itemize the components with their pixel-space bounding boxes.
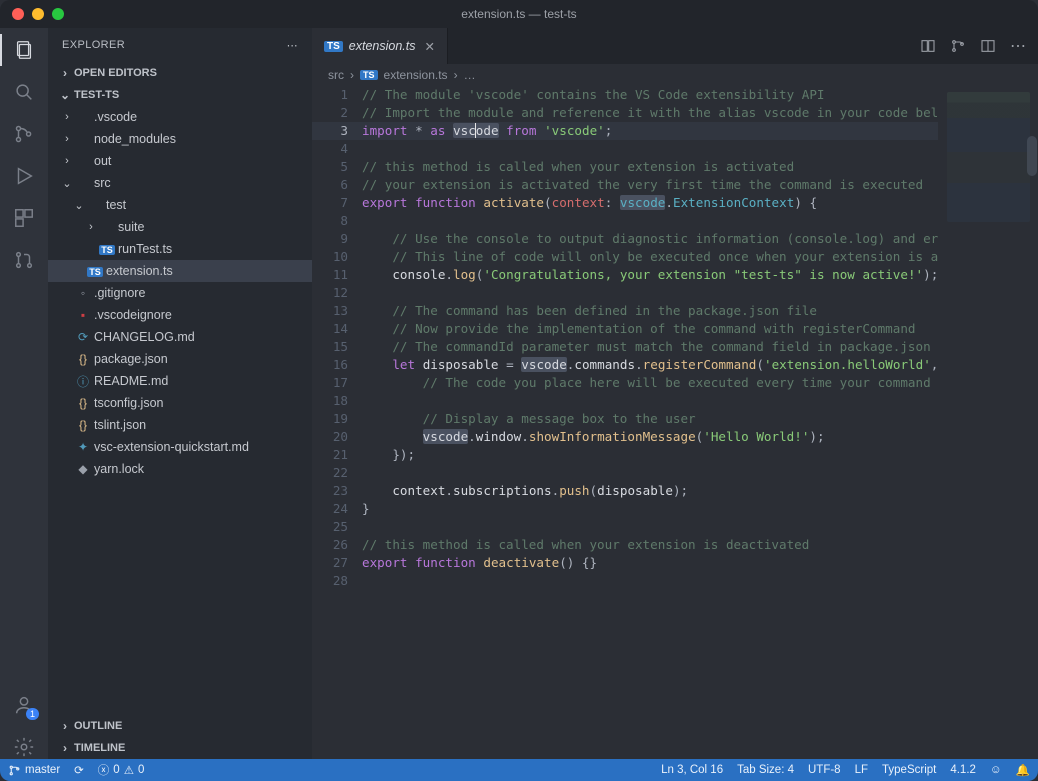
- tree-item[interactable]: {}tslint.json: [48, 414, 312, 436]
- timeline-section[interactable]: ›TIMELINE: [48, 737, 312, 759]
- tree-item[interactable]: TSextension.ts: [48, 260, 312, 282]
- tree-item[interactable]: ›.vscode: [48, 106, 312, 128]
- editor-tabs: TS extension.ts ✕ ⋯: [312, 28, 1038, 64]
- tree-item[interactable]: ⌄test: [48, 194, 312, 216]
- tree-item[interactable]: ⟳CHANGELOG.md: [48, 326, 312, 348]
- tree-item[interactable]: ›node_modules: [48, 128, 312, 150]
- encoding-status[interactable]: UTF-8: [808, 764, 841, 776]
- outline-section[interactable]: ›OUTLINE: [48, 715, 312, 737]
- code-editor[interactable]: 1// The module 'vscode' contains the VS …: [312, 86, 938, 759]
- open-editors-label: OPEN EDITORS: [74, 67, 157, 79]
- explorer-sidebar: EXPLORER ⋯ ›OPEN EDITORS ⌄TEST-TS ›.vsco…: [48, 28, 312, 759]
- tree-item[interactable]: ◦.gitignore: [48, 282, 312, 304]
- split-editor-icon[interactable]: [980, 38, 996, 54]
- tree-item[interactable]: ⓘREADME.md: [48, 370, 312, 392]
- ts-icon: TS: [324, 41, 343, 52]
- indent-status[interactable]: Tab Size: 4: [737, 764, 794, 776]
- project-section[interactable]: ⌄TEST-TS: [48, 84, 312, 106]
- outline-label: OUTLINE: [74, 720, 122, 732]
- git-branch-icon[interactable]: [950, 38, 966, 54]
- breadcrumb-more[interactable]: …: [464, 68, 476, 82]
- tree-item[interactable]: ◆yarn.lock: [48, 458, 312, 480]
- explorer-icon[interactable]: [12, 38, 36, 62]
- search-icon[interactable]: [12, 80, 36, 104]
- activity-bar: 1: [0, 28, 48, 759]
- titlebar: extension.ts — test-ts: [0, 0, 1038, 28]
- sync-status[interactable]: ⟳: [74, 763, 84, 777]
- window-close-button[interactable]: [12, 8, 24, 20]
- tab-extension-ts[interactable]: TS extension.ts ✕: [312, 28, 448, 64]
- editor-more-icon[interactable]: ⋯: [1010, 36, 1026, 56]
- scrollbar[interactable]: [1026, 86, 1038, 759]
- tree-item[interactable]: ›out: [48, 150, 312, 172]
- explorer-title: EXPLORER: [62, 39, 125, 51]
- ts-version-status[interactable]: 4.1.2: [950, 764, 976, 776]
- breadcrumb-file[interactable]: extension.ts: [384, 68, 448, 82]
- account-badge: 1: [26, 708, 39, 720]
- timeline-label: TIMELINE: [74, 742, 125, 754]
- open-editors-section[interactable]: ›OPEN EDITORS: [48, 62, 312, 84]
- gear-icon[interactable]: [12, 735, 36, 759]
- cursor-position-status[interactable]: Ln 3, Col 16: [661, 764, 723, 776]
- status-bar: master ⟳ ⓧ0 ⚠0 Ln 3, Col 16 Tab Size: 4 …: [0, 759, 1038, 781]
- close-icon[interactable]: ✕: [425, 39, 435, 54]
- pull-requests-icon[interactable]: [12, 248, 36, 272]
- problems-status[interactable]: ⓧ0 ⚠0: [98, 762, 145, 778]
- explorer-more-icon[interactable]: ⋯: [287, 39, 298, 52]
- file-tree: ›.vscode›node_modules›out⌄src⌄test›suite…: [48, 106, 312, 715]
- tree-item[interactable]: ✦vsc-extension-quickstart.md: [48, 436, 312, 458]
- window-minimize-button[interactable]: [32, 8, 44, 20]
- breadcrumb-src[interactable]: src: [328, 68, 344, 82]
- ts-icon: TS: [360, 70, 378, 80]
- tree-item[interactable]: {}tsconfig.json: [48, 392, 312, 414]
- tree-item[interactable]: ›suite: [48, 216, 312, 238]
- feedback-icon[interactable]: ☺: [990, 764, 1002, 776]
- account-icon[interactable]: 1: [12, 693, 36, 717]
- language-status[interactable]: TypeScript: [882, 764, 936, 776]
- compare-icon[interactable]: [920, 38, 936, 54]
- tree-item[interactable]: ⌄src: [48, 172, 312, 194]
- extensions-icon[interactable]: [12, 206, 36, 230]
- tab-label: extension.ts: [349, 39, 416, 53]
- git-branch-status[interactable]: master: [8, 764, 60, 777]
- minimap[interactable]: [938, 86, 1038, 759]
- window-zoom-button[interactable]: [52, 8, 64, 20]
- breadcrumb[interactable]: src › TS extension.ts › …: [312, 64, 1038, 86]
- project-label: TEST-TS: [74, 89, 119, 101]
- eol-status[interactable]: LF: [855, 764, 868, 776]
- run-debug-icon[interactable]: [12, 164, 36, 188]
- window-title: extension.ts — test-ts: [0, 7, 1038, 21]
- notifications-icon[interactable]: 🔔: [1016, 763, 1030, 777]
- tree-item[interactable]: TSrunTest.ts: [48, 238, 312, 260]
- tree-item[interactable]: ▪.vscodeignore: [48, 304, 312, 326]
- source-control-icon[interactable]: [12, 122, 36, 146]
- tree-item[interactable]: {}package.json: [48, 348, 312, 370]
